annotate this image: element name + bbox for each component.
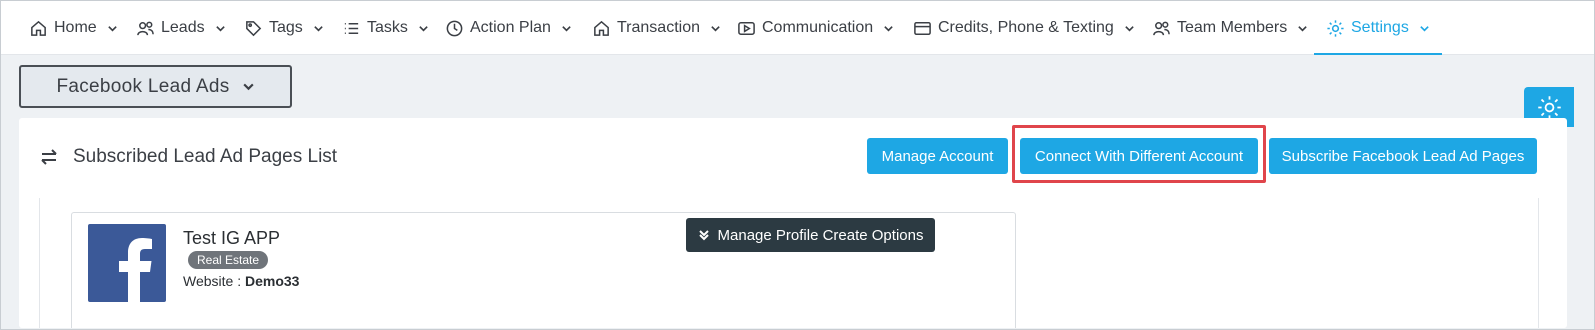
nav-label: Tasks <box>367 19 408 36</box>
nav-label: Tags <box>269 19 303 36</box>
card-title-text: Subscribed Lead Ad Pages List <box>73 146 338 167</box>
facebook-logo-icon <box>88 224 166 302</box>
nav-label: Team Members <box>1177 19 1288 36</box>
gear-icon <box>1537 95 1561 119</box>
clock-icon <box>446 20 463 36</box>
nav-label: Communication <box>762 19 874 36</box>
chevron-down-icon <box>562 25 571 32</box>
nav-item-team-members[interactable]: Team Members <box>1152 1 1308 55</box>
page-name: Test IG APP <box>183 228 281 248</box>
card-title: Subscribed Lead Ad Pages List <box>39 146 337 168</box>
chevron-down-icon <box>711 25 720 32</box>
chevron-down-icon <box>242 83 254 91</box>
nav-label: Home <box>54 19 97 36</box>
nav-item-credits[interactable]: Credits, Phone & Texting <box>913 1 1135 55</box>
dropdown-label: Facebook Lead Ads <box>56 75 230 97</box>
top-nav: Home Leads Tags Tasks Action Plan Transa… <box>1 1 1594 55</box>
list-icon <box>344 22 359 34</box>
manage-options-label: Manage Profile Create Options <box>717 226 924 244</box>
chevron-down-icon <box>1420 25 1429 32</box>
chevron-down-icon <box>107 25 117 32</box>
page-card: Test IG APP Real Estate Website : Demo33… <box>71 212 1016 328</box>
nav-item-communication[interactable]: Communication <box>737 1 894 55</box>
website-label: Website : <box>183 273 242 289</box>
users-icon <box>1153 21 1170 35</box>
chevron-down-icon <box>314 25 323 32</box>
nav-item-leads[interactable]: Leads <box>136 1 226 55</box>
nav-item-action-plan[interactable]: Action Plan <box>445 1 572 55</box>
nav-item-tasks[interactable]: Tasks <box>342 1 429 55</box>
chevron-down-icon <box>884 25 893 32</box>
nav-item-tags[interactable]: Tags <box>244 1 324 55</box>
connect-different-account-button[interactable]: Connect With Different Account <box>1020 138 1258 174</box>
app-frame: Home Leads Tags Tasks Action Plan Transa… <box>0 0 1595 330</box>
nav-label: Settings <box>1351 19 1409 36</box>
nav-label: Action Plan <box>470 19 551 36</box>
card-icon <box>914 21 931 35</box>
facebook-lead-ads-dropdown[interactable]: Facebook Lead Ads <box>19 65 292 108</box>
nav-label: Transaction <box>617 19 700 36</box>
gear-icon <box>1327 19 1344 37</box>
users-icon <box>137 21 154 35</box>
tag-icon <box>246 20 262 36</box>
chevron-down-icon <box>215 25 225 32</box>
double-chevron-down-icon <box>698 230 709 241</box>
house-icon <box>594 20 609 36</box>
nav-item-settings[interactable]: Settings <box>1314 1 1442 55</box>
chevron-down-icon <box>419 25 428 32</box>
nav-label: Credits, Phone & Texting <box>938 19 1114 36</box>
play-icon <box>738 21 755 35</box>
nav-label: Leads <box>161 19 205 36</box>
chevron-down-icon <box>1298 25 1308 32</box>
subscribed-pages-card: Subscribed Lead Ad Pages List Manage Acc… <box>19 118 1567 328</box>
category-badge: Real Estate <box>188 251 269 269</box>
website-row: Website : Demo33 <box>183 273 299 289</box>
nav-item-transaction[interactable]: Transaction <box>592 1 721 55</box>
swap-arrows-icon <box>41 149 57 165</box>
website-value: Demo33 <box>245 273 300 289</box>
nav-item-home[interactable]: Home <box>29 1 118 55</box>
subscribe-lead-ad-pages-button[interactable]: Subscribe Facebook Lead Ad Pages <box>1269 138 1537 174</box>
home-icon <box>31 20 46 36</box>
chevron-down-icon <box>1125 25 1134 32</box>
manage-profile-create-options-button[interactable]: Manage Profile Create Options <box>686 218 935 252</box>
manage-account-button[interactable]: Manage Account <box>867 138 1008 174</box>
